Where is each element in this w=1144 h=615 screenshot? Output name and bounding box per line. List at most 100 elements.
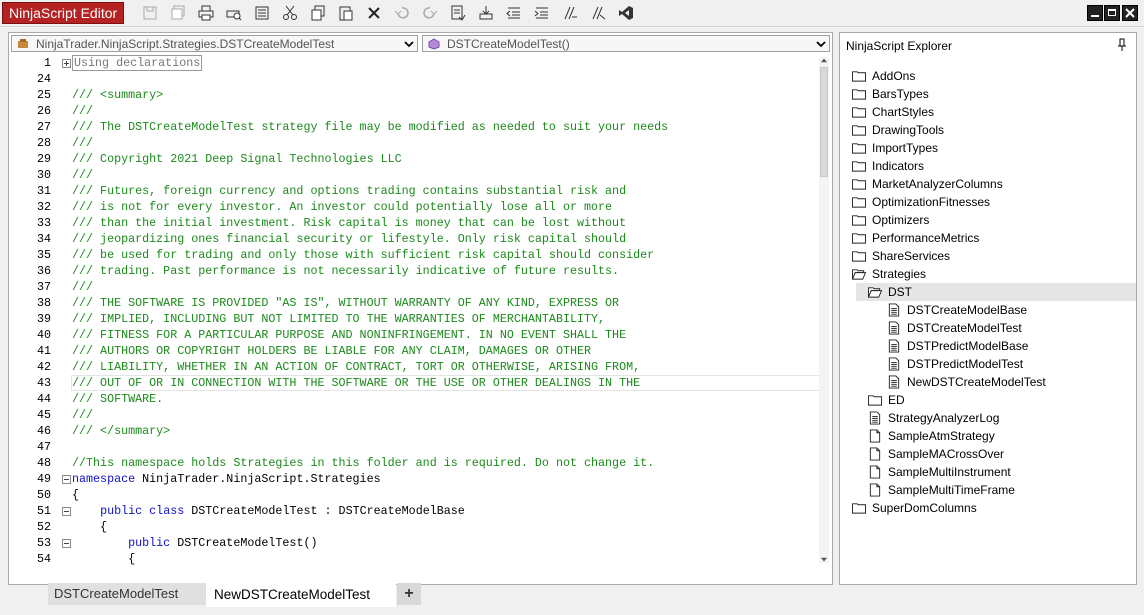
code-line[interactable]: 51 public class DSTCreateModelTest : DST… (9, 503, 820, 519)
code-line[interactable]: 33 /// than the initial investment. Risk … (9, 215, 820, 231)
code-line[interactable]: 41 /// AUTHORS OR COPYRIGHT HOLDERS BE LI… (9, 343, 820, 359)
code-line[interactable]: 29 /// Copyright 2021 Deep Signal Technol… (9, 151, 820, 167)
tree-item-newdstcreatemodeltest[interactable]: NewDSTCreateModelTest (886, 373, 1144, 391)
scroll-down-icon[interactable] (820, 557, 828, 563)
tree-item-samplemultiinstrument[interactable]: SampleMultiInstrument (867, 463, 1127, 481)
code-line[interactable]: 43 /// OUT OF OR IN CONNECTION WITH THE S… (9, 375, 820, 391)
pin-icon[interactable] (1118, 38, 1126, 52)
scroll-thumb[interactable] (820, 67, 828, 177)
delete-button[interactable] (364, 3, 384, 23)
code-line[interactable]: 53 public DSTCreateModelTest() (9, 535, 820, 551)
maximize-button[interactable] (1104, 5, 1120, 21)
tree-item-label: DST (888, 285, 912, 299)
tree-item-strategyanalyzerlog[interactable]: StrategyAnalyzerLog (867, 409, 1127, 427)
minimize-button[interactable] (1087, 5, 1103, 21)
code-line[interactable]: 48 //This namespace holds Strategies in t… (9, 455, 820, 471)
tree-item-indicators[interactable]: Indicators (851, 157, 1111, 175)
undo-button[interactable] (392, 3, 412, 23)
tree-item-ed[interactable]: ED (867, 391, 1127, 409)
tree-item-label: Strategies (872, 267, 927, 281)
uncomment-button[interactable] (588, 3, 608, 23)
code-text: /// trading. Past performance is not nec… (72, 263, 619, 279)
code-text: /// jeopardizing ones financial security… (72, 231, 626, 247)
compile-button[interactable] (448, 3, 468, 23)
line-number: 26 (36, 104, 51, 118)
cut-button[interactable] (280, 3, 300, 23)
tree-item-marketanalyzercolumns[interactable]: MarketAnalyzerColumns (851, 175, 1111, 193)
collapse-icon[interactable] (62, 475, 71, 484)
tree-item-dstcreatemodelbase[interactable]: DSTCreateModelBase (886, 301, 1144, 319)
code-line[interactable]: 45 /// (9, 407, 820, 423)
tree-item-importtypes[interactable]: ImportTypes (851, 139, 1111, 157)
code-line[interactable]: 27 /// The DSTCreateModelTest strategy fi… (9, 119, 820, 135)
tree-item-addons[interactable]: AddOns (851, 67, 1111, 85)
code-line[interactable]: 52 { (9, 519, 820, 535)
code-line[interactable]: 24 (9, 71, 820, 87)
paste-button[interactable] (336, 3, 356, 23)
code-line[interactable]: 49 namespace NinjaTrader.NinjaScript.Stra… (9, 471, 820, 487)
code-line[interactable]: 44 /// SOFTWARE. (9, 391, 820, 407)
collapsed-region[interactable]: Using declarations (72, 55, 203, 71)
tree-item-shareservices[interactable]: ShareServices (851, 247, 1111, 265)
expand-icon[interactable] (62, 59, 71, 68)
code-line[interactable]: 30 /// (9, 167, 820, 183)
tree-item-performancemetrics[interactable]: PerformanceMetrics (851, 229, 1111, 247)
code-area[interactable]: 1 Using declarations 24 25 /// <summary> 26 //… (9, 55, 820, 583)
code-line[interactable]: 31 /// Futures, foreign currency and opti… (9, 183, 820, 199)
vertical-scrollbar[interactable] (819, 57, 829, 563)
code-line[interactable]: 36 /// trading. Past performance is not n… (9, 263, 820, 279)
tree-item-optimizationfitnesses[interactable]: OptimizationFitnesses (851, 193, 1111, 211)
code-line[interactable]: 42 /// LIABILITY, WHETHER IN AN ACTION OF… (9, 359, 820, 375)
collapse-icon[interactable] (62, 507, 71, 516)
code-line[interactable]: 26 /// (9, 103, 820, 119)
tree-item-chartstyles[interactable]: ChartStyles (851, 103, 1111, 121)
code-line[interactable]: 50 { (9, 487, 820, 503)
tree-item-samplemacrossover[interactable]: SampleMACrossOver (867, 445, 1127, 463)
copy-button[interactable] (308, 3, 328, 23)
print-preview-button[interactable] (224, 3, 244, 23)
tree-item-barstypes[interactable]: BarsTypes (851, 85, 1111, 103)
tree-item-optimizers[interactable]: Optimizers (851, 211, 1111, 229)
tree-item-strategies[interactable]: Strategies (851, 265, 1111, 283)
code-line[interactable]: 34 /// jeopardizing ones financial securi… (9, 231, 820, 247)
comment-button[interactable] (560, 3, 580, 23)
save-all-button[interactable] (168, 3, 188, 23)
tree-item-dstpredictmodelbase[interactable]: DSTPredictModelBase (886, 337, 1144, 355)
import-button[interactable] (476, 3, 496, 23)
tree-item-sampleatmstrategy[interactable]: SampleAtmStrategy (867, 427, 1127, 445)
code-line[interactable]: 35 /// be used for trading and only those… (9, 247, 820, 263)
code-line[interactable]: 37 /// (9, 279, 820, 295)
code-line[interactable]: 25 /// <summary> (9, 87, 820, 103)
folder-icon (852, 143, 866, 154)
code-line[interactable]: 28 /// (9, 135, 820, 151)
scroll-up-icon[interactable] (820, 57, 828, 63)
tree-item-samplemultitimeframe[interactable]: SampleMultiTimeFrame (867, 481, 1127, 499)
code-line[interactable]: 54 { (9, 551, 820, 567)
indent-button[interactable] (532, 3, 552, 23)
save-button[interactable] (140, 3, 160, 23)
tree-item-drawingtools[interactable]: DrawingTools (851, 121, 1111, 139)
visual-studio-button[interactable] (616, 3, 636, 23)
print-button[interactable] (196, 3, 216, 23)
code-line[interactable]: 40 /// FITNESS FOR A PARTICULAR PURPOSE A… (9, 327, 820, 343)
properties-button[interactable] (252, 3, 272, 23)
redo-button[interactable] (420, 3, 440, 23)
code-line[interactable]: 46 /// </summary> (9, 423, 820, 439)
member-dropdown[interactable]: DSTCreateModelTest() (422, 35, 830, 52)
tree-item-superdomcolumns[interactable]: SuperDomColumns (851, 499, 1111, 517)
class-dropdown[interactable]: NinjaTrader.NinjaScript.Strategies.DSTCr… (11, 35, 418, 52)
add-tab-button[interactable]: + (397, 583, 421, 605)
tab-newdstcreatemodeltest[interactable]: NewDSTCreateModelTest (206, 583, 396, 607)
code-line[interactable]: 32 /// is not for every investor. An inve… (9, 199, 820, 215)
tree-item-dst[interactable]: DST (856, 283, 1136, 301)
collapse-icon[interactable] (62, 539, 71, 548)
tree-item-dstpredictmodeltest[interactable]: DSTPredictModelTest (886, 355, 1144, 373)
tree-item-dstcreatemodeltest[interactable]: DSTCreateModelTest (886, 319, 1144, 337)
code-line[interactable]: 38 /// THE SOFTWARE IS PROVIDED "AS IS", … (9, 295, 820, 311)
code-line[interactable]: 47 (9, 439, 820, 455)
tab-dstcreatemodeltest[interactable]: DSTCreateModelTest (48, 583, 207, 605)
code-line[interactable]: 39 /// IMPLIED, INCLUDING BUT NOT LIMITED… (9, 311, 820, 327)
outdent-button[interactable] (504, 3, 524, 23)
close-button[interactable] (1122, 5, 1138, 21)
code-line[interactable]: 1 Using declarations (9, 55, 820, 71)
